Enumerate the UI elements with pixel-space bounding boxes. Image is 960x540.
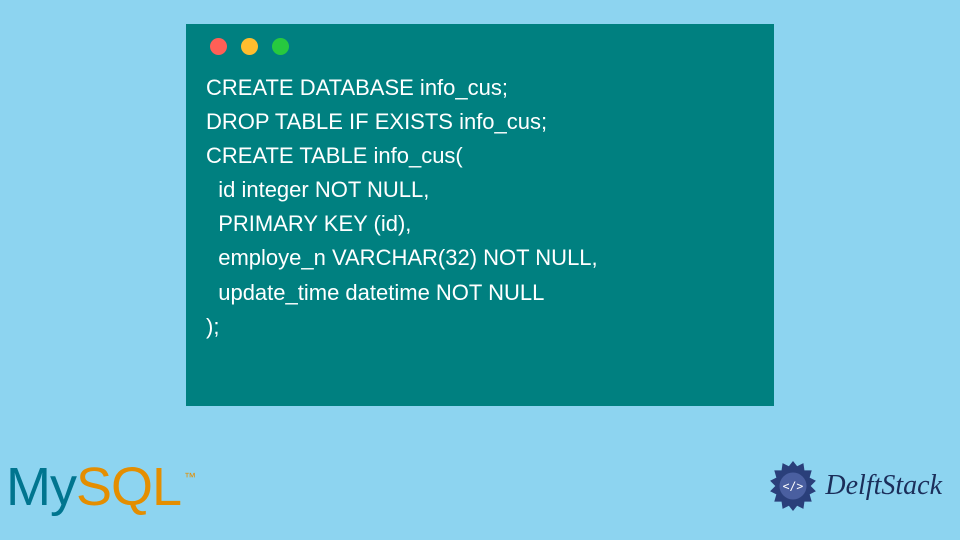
code-snippet-window: CREATE DATABASE info_cus; DROP TABLE IF … [186, 24, 774, 406]
svg-text:</>: </> [783, 479, 804, 493]
close-icon [210, 38, 227, 55]
window-traffic-lights [210, 38, 754, 55]
delftstack-gear-icon: </> [767, 460, 819, 512]
mysql-logo-tm: ™ [184, 470, 195, 484]
delftstack-logo: </> DelftStack [767, 460, 942, 512]
mysql-logo-sql: SQL [76, 456, 181, 518]
mysql-logo-my: My [6, 456, 76, 518]
mysql-logo: MySQL™ [6, 456, 195, 518]
delftstack-logo-text: DelftStack [825, 470, 942, 502]
code-content: CREATE DATABASE info_cus; DROP TABLE IF … [206, 71, 754, 344]
maximize-icon [272, 38, 289, 55]
minimize-icon [241, 38, 258, 55]
